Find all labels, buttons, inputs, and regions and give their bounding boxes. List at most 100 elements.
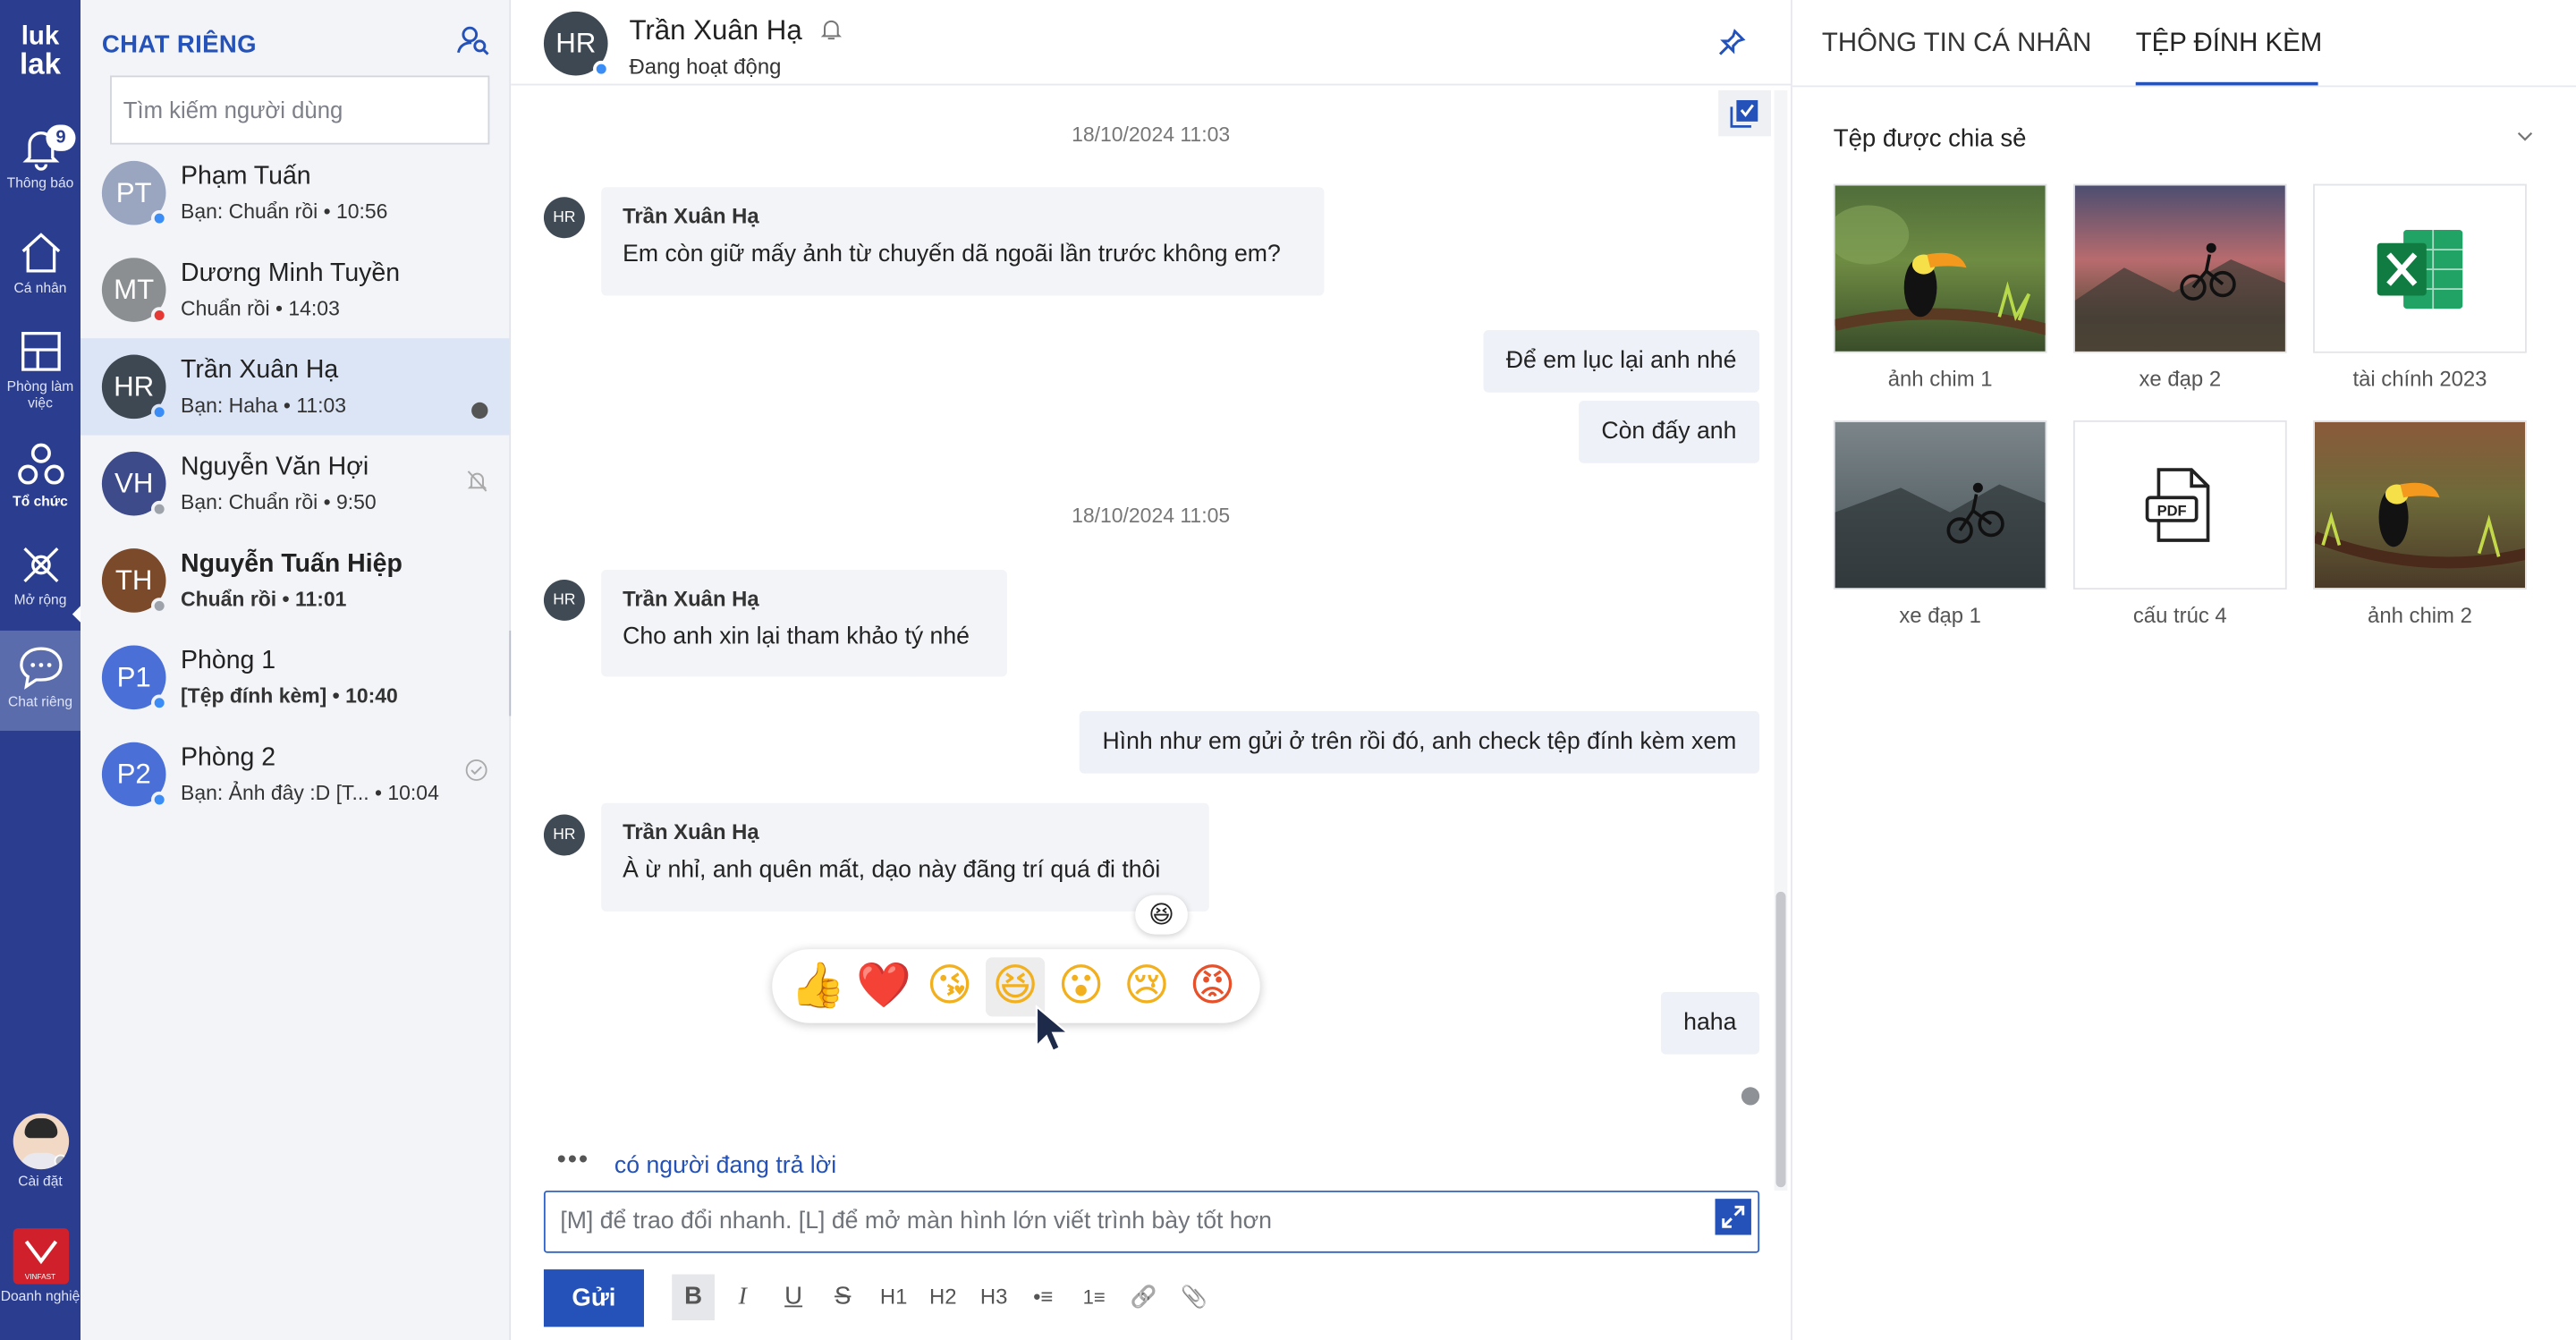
mountain-bike-image — [1835, 482, 2046, 589]
read-receipt-icon — [471, 402, 488, 420]
file-thumbnail[interactable] — [2313, 183, 2527, 353]
like-reaction[interactable]: 👍 — [789, 957, 848, 1016]
company-logo: VINFAST — [12, 1228, 69, 1285]
toucan-image — [1835, 205, 2046, 335]
avatar: MT — [101, 258, 168, 324]
layout-icon — [21, 332, 60, 371]
conversation-name: Phạm Tuấn — [181, 162, 311, 191]
status-dot — [593, 60, 610, 78]
conversation-item[interactable]: P2 Phòng 2 Bạn: Ảnh đây :D [T... • 10:04 — [80, 725, 509, 822]
incoming-message[interactable]: Trần Xuân Hạ À ừ nhỉ, anh quên mất, dạo … — [601, 802, 1209, 912]
conversation-item[interactable]: VH Nguyễn Văn Hợi Bạn: Chuẩn rồi • 9:50 — [80, 435, 509, 531]
conversation-item[interactable]: MT Dương Minh Tuyền Chuẩn rồi • 14:03 — [80, 242, 509, 338]
conversation-list: CHAT RIÊNG PT Phạm Tuấn Bạn: Chuẩn rồi •… — [80, 0, 533, 1340]
file-name: ảnh chim 1 — [1887, 366, 1993, 391]
pin-icon[interactable] — [1716, 28, 1746, 57]
file-thumbnail[interactable] — [2072, 183, 2287, 353]
underline-button[interactable]: U — [772, 1275, 815, 1320]
tab-personal-info[interactable]: THÔNG TIN CÁ NHÂN — [1822, 30, 2092, 59]
bullet-list-button[interactable]: •≡ — [1021, 1275, 1064, 1320]
file-thumbnail[interactable]: PDF — [2072, 420, 2287, 590]
link-button[interactable]: 🔗 — [1122, 1275, 1165, 1320]
organization-icon — [17, 443, 64, 485]
message-input[interactable] — [545, 1192, 1696, 1251]
avatar: HR — [101, 354, 168, 420]
conversation-item-active[interactable]: HR Trần Xuân Hạ Bạn: Haha • 11:03 — [80, 338, 510, 436]
file-name: tài chính 2023 — [2352, 366, 2487, 391]
seen-avatar — [1741, 1087, 1760, 1106]
numbered-list-button[interactable]: 1≡ — [1072, 1275, 1115, 1320]
rail-item-settings[interactable]: Cài đặt — [0, 1113, 80, 1202]
rail-item-organization[interactable]: Tổ chức — [0, 440, 80, 539]
rail-item-personal[interactable]: Cá nhân — [0, 230, 80, 328]
rail-item-private-chat[interactable]: Chat riêng — [0, 630, 80, 731]
shared-files-title: Tệp được chia sẻ — [1833, 124, 2027, 153]
tab-attachments[interactable]: TỆP ĐÍNH KÈM — [2136, 30, 2322, 59]
bell-off-icon[interactable] — [820, 16, 843, 41]
conversation-preview: Bạn: Chuẩn rồi • 10:56 — [181, 199, 388, 224]
conversation-item[interactable]: TH Nguyễn Tuấn Hiệp Chuẩn rồi • 11:01 — [80, 532, 509, 629]
sad-reaction[interactable]: 😢 — [1117, 957, 1176, 1016]
angry-reaction[interactable]: 😡 — [1182, 957, 1241, 1016]
rail-label: Cá nhân — [13, 279, 67, 296]
outgoing-message[interactable]: Để em lục lại anh nhé — [1483, 329, 1760, 393]
chevron-down-icon[interactable] — [2515, 128, 2535, 144]
expand-editor-button[interactable] — [1715, 1199, 1751, 1235]
chat-contact-name: Trần Xuân Hạ — [629, 14, 802, 47]
chat-contact-status: Đang hoạt động — [629, 54, 782, 80]
user-avatar — [12, 1113, 69, 1170]
heading3-button[interactable]: H3 — [972, 1275, 1015, 1320]
rail-label: Phòng làm việc — [6, 377, 74, 411]
rail-label: Tổ chức — [13, 492, 68, 510]
conversation-name: Trần Xuân Hạ — [181, 356, 339, 385]
mute-bell-icon[interactable] — [467, 470, 488, 493]
send-button[interactable]: Gửi — [543, 1269, 644, 1327]
incoming-message[interactable]: Trần Xuân Hạ Em còn giữ mấy ảnh từ chuyế… — [601, 187, 1325, 296]
message-reaction-badge[interactable]: 😆 — [1135, 895, 1188, 935]
rail-item-notifications[interactable]: 9 Thông báo — [0, 124, 80, 224]
extension-icon — [22, 547, 58, 583]
conversation-name: Nguyễn Tuấn Hiệp — [181, 549, 402, 579]
avatar: VH — [101, 451, 168, 518]
love-reaction[interactable]: ❤️ — [854, 957, 913, 1016]
conversation-name: Dương Minh Tuyền — [181, 259, 401, 288]
rail-item-workspace[interactable]: Phòng làm việc — [0, 328, 80, 427]
bold-button[interactable]: B — [672, 1274, 715, 1320]
status-dot — [150, 307, 168, 324]
strikethrough-button[interactable]: S — [821, 1275, 864, 1320]
rail-collapse-arrow[interactable] — [72, 606, 80, 623]
rail-item-company[interactable]: VINFAST Doanh nghiệ — [0, 1228, 80, 1317]
italic-button[interactable]: I — [721, 1275, 764, 1320]
file-thumbnail[interactable] — [1833, 183, 2047, 353]
search-input[interactable] — [110, 75, 490, 145]
logo-text-top: luk — [21, 22, 60, 51]
conversation-item[interactable]: PT Phạm Tuấn Bạn: Chuẩn rồi • 10:56 — [80, 145, 509, 242]
outgoing-message[interactable]: haha — [1660, 991, 1760, 1055]
conversation-preview: Bạn: Chuẩn rồi • 9:50 — [181, 490, 377, 514]
conversation-item[interactable]: P1 Phòng 1 [Tệp đính kèm] • 10:40 — [80, 629, 509, 725]
app-logo[interactable]: luk lak — [0, 23, 80, 79]
status-dot — [150, 500, 168, 518]
avatar: HR — [543, 580, 585, 621]
rail-label: Thông báo — [6, 174, 74, 191]
avatar: TH — [101, 548, 168, 615]
conversation-preview: Bạn: Haha • 11:03 — [181, 394, 347, 418]
heading1-button[interactable]: H1 — [872, 1275, 915, 1320]
avatar[interactable]: HR — [543, 11, 610, 78]
file-thumbnail[interactable] — [2313, 420, 2527, 590]
outgoing-message[interactable]: Còn đấy anh — [1578, 400, 1760, 463]
find-user-icon[interactable] — [456, 23, 490, 56]
pdf-file-icon: PDF — [2145, 467, 2210, 541]
rail-item-extension[interactable]: Mở rộng — [0, 542, 80, 640]
attach-button[interactable]: 📎 — [1173, 1275, 1216, 1320]
kiss-reaction[interactable]: 😘 — [920, 957, 979, 1016]
status-dot — [150, 598, 168, 615]
incoming-message[interactable]: Trần Xuân Hạ Cho anh xin lại tham khảo t… — [601, 570, 1007, 677]
file-thumbnail[interactable] — [1833, 420, 2047, 590]
outgoing-message[interactable]: Hình như em gửi ở trên rồi đó, anh check… — [1079, 710, 1760, 774]
message-scrollbar[interactable] — [1774, 89, 1788, 1191]
rail-label: Cài đặt — [18, 1172, 63, 1190]
company-logo-text: VINFAST — [24, 1272, 56, 1281]
reaction-picker: 👍 ❤️ 😘 😆 😮 😢 😡 — [772, 949, 1260, 1023]
heading2-button[interactable]: H2 — [921, 1275, 964, 1320]
